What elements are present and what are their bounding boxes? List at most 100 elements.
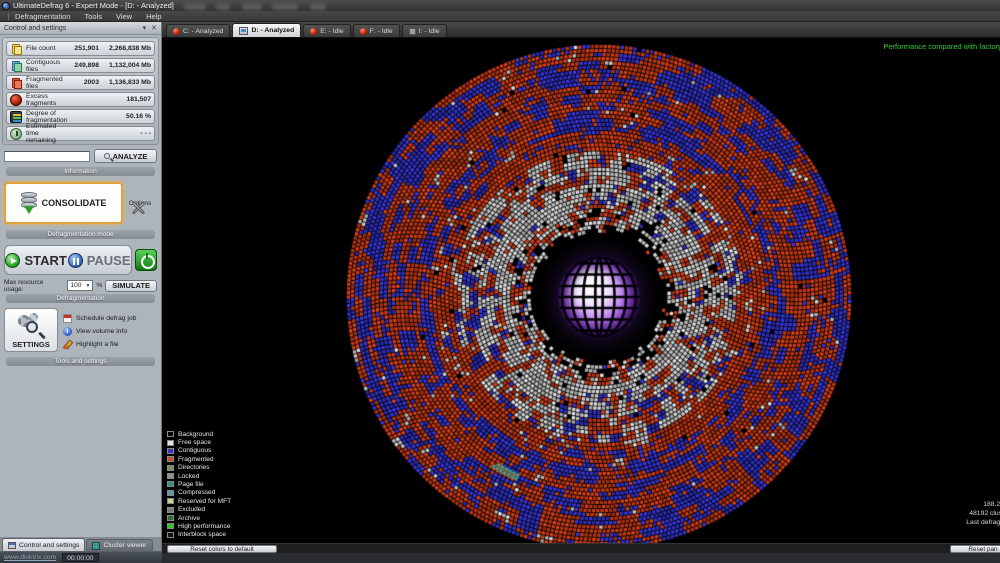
- settings-label: SETTINGS: [12, 340, 50, 349]
- highlighter-icon: [63, 340, 72, 349]
- panel-header[interactable]: Control and settings ▾ ✕: [0, 22, 161, 35]
- view-volume-info-label: View volume info: [76, 328, 127, 335]
- highlight-file-link[interactable]: Highlight a file: [63, 340, 157, 349]
- chevron-down-icon: ▼: [85, 283, 90, 289]
- simulate-label: SIMULATE: [112, 281, 150, 290]
- drive-tab-label: F: - Idle: [370, 28, 393, 35]
- legend-item: Free space: [167, 438, 231, 446]
- legend-swatch[interactable]: [167, 440, 174, 446]
- simulate-button[interactable]: SIMULATE: [105, 280, 157, 292]
- stat-label: Estimated time remaining: [26, 123, 65, 144]
- consolidate-button[interactable]: CONSOLIDATE: [4, 182, 123, 224]
- drive-tab-i[interactable]: I: - Idle: [402, 24, 447, 37]
- viewport-bottom-strip: Reset colors to default Reset pan: [162, 543, 1000, 553]
- pause-label: PAUSE: [87, 253, 131, 268]
- drive-tab-d[interactable]: D: - Analyzed: [232, 23, 301, 37]
- resource-usage-select[interactable]: 100 ▼: [67, 280, 93, 291]
- legend-swatch[interactable]: [167, 523, 174, 529]
- legend-item: Archive: [167, 514, 231, 522]
- drive-tab-e[interactable]: E: - Idle: [303, 24, 350, 37]
- collapse-icon[interactable]: ▾: [143, 24, 147, 32]
- legend-item: Reserved for MFT: [167, 497, 231, 505]
- drive-tabbar: C: - Analyzed D: - Analyzed E: - Idle F:…: [162, 22, 1000, 38]
- titlebar: UltimateDefrag 6 - Expert Mode - [D: - A…: [0, 0, 1000, 11]
- stat-size: - - -: [99, 130, 151, 137]
- schedule-defrag-label: Schedule defrag job: [76, 315, 136, 322]
- calendar-icon: [63, 314, 72, 323]
- contiguous-files-icon: [10, 60, 22, 72]
- stat-size: 1,136,833 Mb: [99, 79, 151, 86]
- legend-swatch[interactable]: [167, 498, 174, 504]
- legend-swatch[interactable]: [167, 473, 174, 479]
- degree-icon: [10, 111, 22, 123]
- excess-fragments-icon: [10, 94, 22, 106]
- legend-swatch[interactable]: [167, 448, 174, 454]
- resource-usage-value: 100: [70, 282, 81, 289]
- legend: Background Free space Contiguous Fragmen…: [167, 430, 231, 539]
- menu-defragmentation[interactable]: Defragmentation: [15, 12, 70, 21]
- file-filter-input[interactable]: [4, 151, 90, 162]
- panel-icon: [8, 542, 16, 549]
- close-icon[interactable]: ✕: [151, 24, 157, 32]
- legend-swatch[interactable]: [167, 431, 174, 437]
- view-volume-info-link[interactable]: i View volume info: [63, 327, 157, 336]
- last-defrag-text: Last defragg: [966, 518, 1000, 527]
- tab-label: Control and settings: [19, 542, 79, 549]
- tab-control-and-settings[interactable]: Control and settings: [2, 538, 85, 551]
- drive-size-text: 188.25: [966, 500, 1000, 509]
- settings-button[interactable]: SETTINGS: [4, 308, 58, 352]
- reset-colors-button[interactable]: Reset colors to default: [167, 545, 277, 553]
- drive-gray-icon: [409, 28, 416, 35]
- stats-group: File count 251,901 2,268,838 Mb Contiguo…: [2, 37, 159, 145]
- analyze-button[interactable]: ANALYZE: [94, 149, 157, 163]
- analyze-label: ANALYZE: [113, 152, 148, 161]
- menu-tools[interactable]: Tools: [84, 12, 102, 21]
- legend-swatch[interactable]: [167, 481, 174, 487]
- legend-swatch[interactable]: [167, 465, 174, 471]
- legend-swatch[interactable]: [167, 515, 174, 521]
- menu-help[interactable]: Help: [146, 12, 161, 21]
- legend-swatch[interactable]: [167, 490, 174, 496]
- file-count-icon: [10, 43, 22, 55]
- section-tools: Tools and settings: [6, 357, 155, 366]
- tab-cluster-viewer[interactable]: Cluster viewer: [86, 539, 152, 551]
- legend-item: Contiguous: [167, 447, 231, 455]
- start-label: START: [24, 253, 66, 268]
- drive-tab-label: E: - Idle: [320, 28, 343, 35]
- menu-view[interactable]: View: [116, 12, 132, 21]
- app-icon: [2, 2, 10, 10]
- stat-value: 2003: [65, 79, 99, 86]
- website-link[interactable]: www.disktrix.com: [4, 554, 56, 561]
- legend-swatch[interactable]: [167, 532, 174, 538]
- reset-pan-button[interactable]: Reset pan: [950, 545, 1000, 553]
- consolidate-label: CONSOLIDATE: [42, 198, 107, 208]
- panel-header-title: Control and settings: [4, 25, 66, 32]
- section-defragmentation: Defragmentation: [6, 294, 155, 303]
- stat-size: 2,268,838 Mb: [99, 45, 151, 52]
- fragmented-files-icon: [10, 77, 22, 89]
- legend-swatch[interactable]: [167, 507, 174, 513]
- blurred-region: [174, 1, 326, 10]
- drive-tab-label: C: - Analyzed: [183, 28, 223, 35]
- startpause-bar: START PAUSE: [4, 245, 132, 275]
- reset-colors-label: Reset colors to default: [190, 546, 254, 553]
- pause-button[interactable]: PAUSE: [68, 253, 131, 268]
- drive-tab-c[interactable]: C: - Analyzed: [166, 24, 230, 37]
- pause-icon: [68, 253, 83, 268]
- max-resource-label: Max resource usage:: [4, 279, 64, 293]
- disk-visualization[interactable]: [162, 38, 1000, 543]
- stat-label: Excess fragments: [26, 93, 65, 107]
- stat-label: Fragmented files: [26, 76, 65, 90]
- options-button[interactable]: Options: [123, 200, 157, 207]
- bottom-filler: [162, 553, 1000, 563]
- percent-label: %: [96, 282, 102, 289]
- legend-swatch[interactable]: [167, 456, 174, 462]
- start-button[interactable]: START: [5, 253, 66, 268]
- power-button[interactable]: [135, 249, 157, 271]
- drive-red-icon: [360, 28, 367, 35]
- schedule-defrag-link[interactable]: Schedule defrag job: [63, 314, 157, 323]
- cluster-grid-icon: [92, 542, 100, 550]
- elapsed-timer: 00:00:00: [62, 553, 98, 562]
- window-title: UltimateDefrag 6 - Expert Mode - [D: - A…: [13, 1, 174, 10]
- drive-tab-f[interactable]: F: - Idle: [353, 24, 400, 37]
